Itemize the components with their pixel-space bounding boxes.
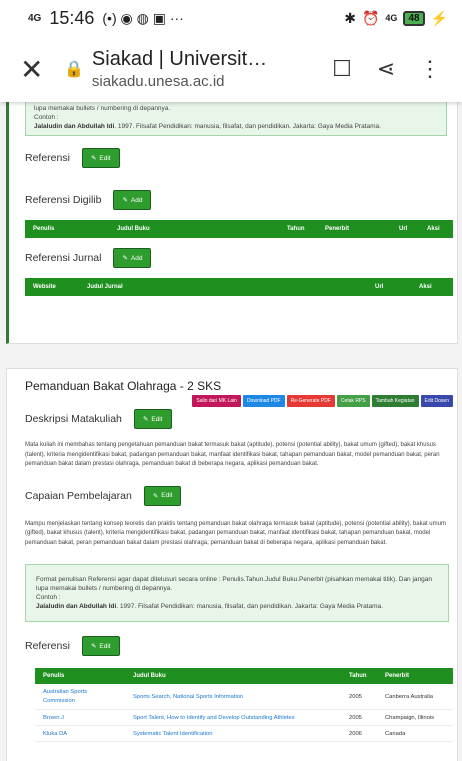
- jurnal-table-header: Website Judul Jurnal Url Aksi: [25, 278, 453, 296]
- penulis-link[interactable]: Australian Sports Commission: [35, 688, 125, 706]
- penerbit-cell: Canberra Australia: [385, 693, 434, 700]
- col-header: Website: [33, 284, 56, 290]
- col-header: Judul Jurnal: [87, 284, 123, 290]
- share-icon[interactable]: ⋖: [364, 56, 408, 82]
- notice-example-label: Contoh :: [36, 594, 61, 601]
- pencil-icon: ✎: [122, 255, 128, 262]
- penulis-link[interactable]: Kluka DA: [35, 731, 125, 737]
- col-header: Aksi: [427, 226, 440, 232]
- course-card-previous: lupa memakai bullets / numbering di depa…: [6, 102, 458, 344]
- col-header: Penulis: [33, 226, 55, 232]
- bluetooth-icon: ✱: [344, 9, 356, 26]
- deskripsi-text: Mata kuliah ini membahas tentang pengeta…: [25, 442, 440, 467]
- referensi-section: Referensi ✎ Edit: [25, 148, 457, 168]
- penerbit-cell: Champaign, Illinois: [385, 714, 434, 721]
- capaian-section: Capaian Pembelajaran ✎ Edit: [25, 485, 457, 506]
- reference-format-notice: lupa memakai bullets / numbering di depa…: [25, 102, 447, 136]
- edit-deskripsi-button[interactable]: ✎ Edit: [133, 409, 172, 429]
- referensi-section: Referensi ✎ Edit: [25, 636, 457, 656]
- bookmark-icon[interactable]: ☐: [320, 56, 364, 82]
- judul-link[interactable]: Sports Search, National Sports Informati…: [125, 694, 341, 700]
- page-content: lupa memakai bullets / numbering di depa…: [0, 102, 462, 761]
- referensi-digilib-section: Referensi Digilib ✎ Add: [25, 190, 457, 210]
- col-header: Judul Buku: [133, 673, 166, 679]
- notification-icons: (•) ◉ ◍ ▣ ···: [102, 9, 184, 26]
- download-pdf-button[interactable]: Download PDF: [242, 395, 285, 407]
- add-jurnal-button[interactable]: ✎ Add: [113, 248, 152, 268]
- penulis-link[interactable]: Brown J: [35, 715, 125, 721]
- clock: 15:46: [49, 7, 95, 28]
- referensi-jurnal-section: Referensi Jurnal ✎ Add: [25, 248, 457, 268]
- col-header: Tahun: [287, 226, 305, 232]
- tahun-cell: 2006: [349, 730, 362, 737]
- col-header: Penulis: [43, 673, 65, 679]
- pencil-icon: ✎: [122, 197, 128, 204]
- col-header: Penerbit: [325, 226, 350, 232]
- alarm-icon: ⏰: [361, 9, 380, 26]
- tahun-cell: 2005: [349, 714, 362, 721]
- referensi-table-header: Penulis Judul Buku Tahun Penerbit: [35, 668, 453, 684]
- course-card-pemanduan-bakat: Pemanduan Bakat Olahraga - 2 SKS Salin d…: [6, 368, 458, 761]
- lock-icon[interactable]: 🔒: [64, 59, 84, 79]
- notice-text: lupa memakai bullets / numbering di depa…: [34, 105, 171, 112]
- digilib-table-header: Penulis Judul Buku Tahun Penerbit Url Ak…: [25, 220, 453, 238]
- print-rps-button[interactable]: Cetak RPS: [336, 395, 370, 407]
- notice-example: Jalaludin dan Abdullah Idi. 1997. Filsaf…: [34, 123, 381, 130]
- edit-lecturer-button[interactable]: Edit Dosen: [420, 395, 453, 407]
- notice-text: Format penulisan Referensi agar dapat di…: [36, 576, 432, 583]
- section-label: Referensi: [25, 152, 70, 164]
- table-row: Kluka DA Systematic Talent Identificatio…: [35, 726, 453, 742]
- charging-icon: ⚡: [430, 9, 448, 26]
- pencil-icon: ✎: [152, 492, 159, 500]
- tahun-cell: 2005: [349, 693, 362, 700]
- course-actions: Salin dari MK Lain Download PDF Re-Gener…: [7, 395, 453, 407]
- battery-indicator: 48: [403, 10, 425, 26]
- notice-example: Jalaludin dan Abdullah Idi. 1997. Filsaf…: [36, 603, 383, 610]
- regenerate-pdf-button[interactable]: Re-Generate PDF: [286, 395, 335, 407]
- more-menu-icon[interactable]: ⋮: [408, 56, 452, 82]
- section-label: Capaian Pembelajaran: [25, 489, 132, 502]
- course-title: Pemanduan Bakat Olahraga - 2 SKS: [25, 379, 222, 393]
- reference-format-notice: Format penulisan Referensi agar dapat di…: [25, 564, 449, 622]
- signal-indicator: 4G: [28, 12, 42, 24]
- add-digilib-button[interactable]: ✎ Add: [113, 190, 152, 210]
- status-bar: 4G 15:46 (•) ◉ ◍ ▣ ··· ✱ ⏰ 4G 48 ⚡: [0, 0, 462, 36]
- edit-referensi-button[interactable]: ✎ Edit: [81, 148, 120, 168]
- pencil-icon: ✎: [142, 416, 149, 423]
- pencil-icon: ✎: [90, 643, 97, 650]
- col-header: Url: [399, 226, 408, 232]
- notice-text: lupa memakai bullets / numbering di depa…: [36, 585, 173, 592]
- pencil-icon: ✎: [90, 155, 97, 162]
- deskripsi-section: Deskripsi Matakuliah ✎ Edit: [25, 409, 457, 429]
- section-label: Deskripsi Matakuliah: [25, 413, 122, 425]
- judul-link[interactable]: Sport Talent, How to Identify and Develo…: [125, 715, 341, 721]
- table-row: Brown J Sport Talent, How to Identify an…: [35, 710, 453, 726]
- referensi-table-body: Australian Sports Commission Sports Sear…: [35, 684, 453, 742]
- close-icon[interactable]: ✕: [20, 53, 56, 86]
- col-header: Tahun: [349, 673, 367, 679]
- col-header: Judul Buku: [117, 226, 150, 232]
- notice-example-label: Contoh :: [34, 114, 59, 121]
- judul-link[interactable]: Systematic Talent Identification: [125, 731, 341, 737]
- add-activity-button[interactable]: Tambah Kegiatan: [371, 395, 419, 407]
- network-indicator: 4G: [385, 13, 398, 23]
- address-bar[interactable]: Siakad | Universit… siakadu.unesa.ac.id: [92, 48, 320, 90]
- capaian-text: Mampu menjelaskan tentang konsep teoreti…: [25, 520, 446, 546]
- browser-toolbar: ✕ 🔒 Siakad | Universit… siakadu.unesa.ac…: [0, 36, 462, 102]
- page-url: siakadu.unesa.ac.id: [91, 73, 225, 90]
- col-header: Url: [375, 284, 384, 290]
- edit-referensi-button[interactable]: ✎ Edit: [81, 636, 120, 656]
- penerbit-cell: Canada: [385, 730, 406, 737]
- col-header: Aksi: [419, 284, 432, 290]
- edit-capaian-button[interactable]: ✎ Edit: [143, 485, 182, 506]
- col-header: Penerbit: [385, 673, 410, 679]
- section-label: Referensi Digilib: [25, 194, 102, 206]
- section-label: Referensi: [25, 640, 70, 652]
- section-label: Referensi Jurnal: [25, 252, 102, 264]
- page-title: Siakad | Universit…: [91, 48, 268, 70]
- table-row: Australian Sports Commission Sports Sear…: [35, 684, 453, 710]
- copy-from-course-button[interactable]: Salin dari MK Lain: [192, 395, 241, 407]
